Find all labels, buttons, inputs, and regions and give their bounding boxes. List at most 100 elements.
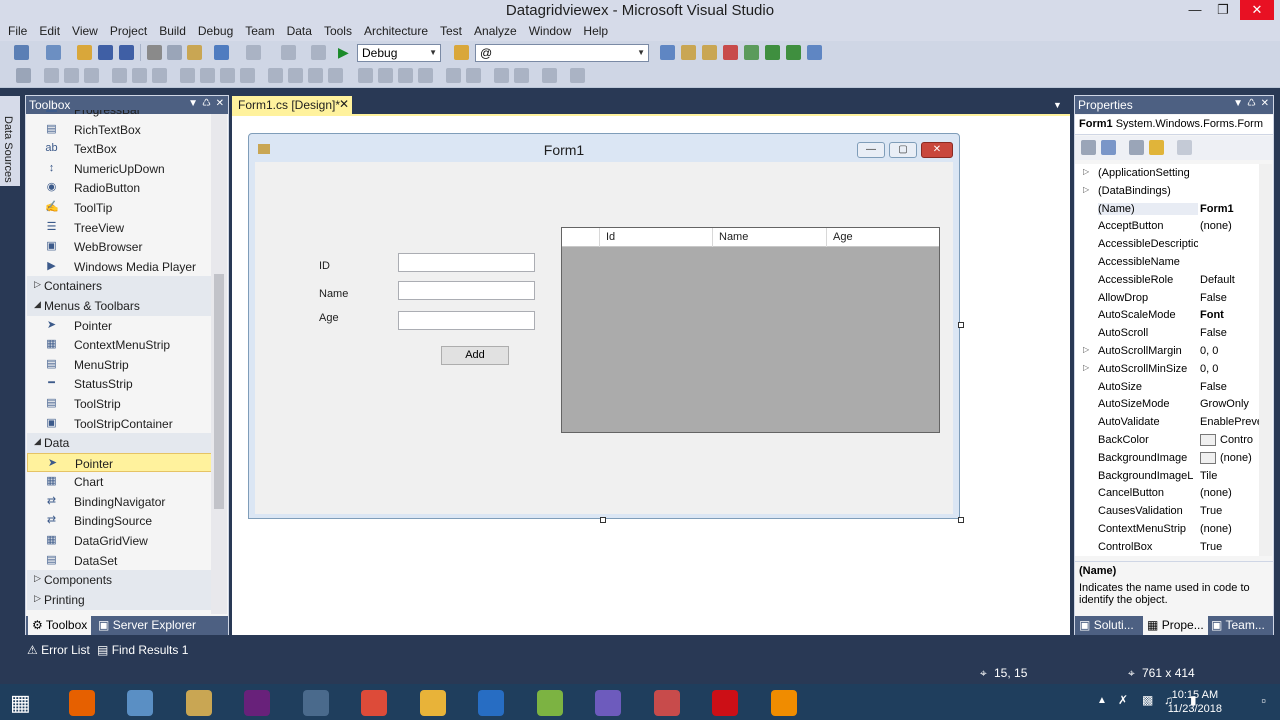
property-value[interactable]: Default — [1200, 274, 1259, 286]
expand-icon[interactable]: ▷ — [1083, 167, 1089, 176]
column-header-name[interactable]: Name — [719, 231, 748, 243]
paint-icon[interactable] — [653, 690, 680, 716]
toolbox-group-data[interactable]: ◢ Data — [27, 433, 212, 453]
remove-horizontal-spacing-icon[interactable] — [328, 68, 343, 83]
close-tab-icon[interactable]: ✕ — [339, 97, 349, 111]
properties-window-icon[interactable] — [681, 45, 696, 60]
toolbox-icon[interactable] — [723, 45, 738, 60]
toolbox-item-bindingnavigator[interactable]: ⇄ BindingNavigator — [27, 492, 212, 512]
form1-window[interactable]: Form1 — ▢ ✕ ID Name Age Add Id Name Age — [248, 133, 960, 519]
expand-icon[interactable]: ▷ — [34, 573, 41, 584]
menu-analyze[interactable]: Analyze — [468, 22, 523, 38]
add-button[interactable]: Add — [441, 346, 509, 365]
property-row[interactable]: ControlBox True — [1075, 538, 1259, 556]
property-value[interactable]: True — [1200, 541, 1259, 553]
events-icon[interactable] — [1149, 140, 1164, 155]
copy-icon[interactable] — [167, 45, 182, 60]
tab-toolbox[interactable]: ⚙ Toolbox — [28, 616, 92, 635]
property-row[interactable]: ▷ AutoScrollMargin 0, 0 — [1075, 342, 1259, 360]
property-row[interactable]: AutoSize False — [1075, 378, 1259, 396]
save-all-icon[interactable] — [119, 45, 134, 60]
toolbox-item-menustrip[interactable]: ▤ MenuStrip — [27, 355, 212, 375]
property-row[interactable]: BackColor Contro — [1075, 431, 1259, 449]
tab-order-icon[interactable] — [542, 68, 557, 83]
close-icon[interactable]: ✕ — [1261, 98, 1269, 109]
toolbox-item-tooltip[interactable]: ✍ ToolTip — [27, 198, 212, 218]
media-icon[interactable] — [595, 690, 621, 716]
toolbox-item-pointer[interactable]: ➤ Pointer — [27, 316, 212, 336]
menu-debug[interactable]: Debug — [192, 22, 239, 38]
property-pages-icon[interactable] — [1177, 140, 1192, 155]
menu-window[interactable]: Window — [523, 22, 578, 38]
tab-server-explorer[interactable]: ▣ Server Explorer — [98, 618, 196, 632]
property-row[interactable]: AutoValidate EnablePreve — [1075, 413, 1259, 431]
collapse-icon[interactable]: ◢ — [34, 436, 41, 447]
property-row[interactable]: AllowDrop False — [1075, 289, 1259, 307]
send-to-back-icon[interactable] — [514, 68, 529, 83]
properties-scrollbar[interactable] — [1259, 164, 1272, 556]
toolbox-group-containers[interactable]: ▷ Containers — [27, 276, 212, 296]
minimize-icon[interactable]: — — [1180, 0, 1210, 20]
toolbox-group-components[interactable]: ▷ Components — [27, 570, 212, 590]
tab-error-list[interactable]: ⚠ Error List — [27, 643, 90, 657]
document-dropdown-icon[interactable]: ▼ — [1053, 100, 1062, 110]
restore-icon[interactable]: ❐ — [1208, 0, 1238, 20]
resize-handle-bottom[interactable] — [600, 517, 606, 523]
document-icon[interactable] — [185, 690, 212, 716]
decrease-horizontal-spacing-icon[interactable] — [308, 68, 323, 83]
collapse-icon[interactable]: ◢ — [34, 299, 41, 310]
menu-architecture[interactable]: Architecture — [358, 22, 434, 38]
property-value[interactable]: EnablePreve — [1200, 416, 1259, 428]
increase-horizontal-spacing-icon[interactable] — [288, 68, 303, 83]
pin-icon[interactable]: ♺ — [202, 98, 211, 109]
clock[interactable]: 10:15 AM 11/23/2018 — [1168, 688, 1222, 716]
property-value[interactable]: 0, 0 — [1200, 363, 1259, 375]
align-rights-icon[interactable] — [84, 68, 99, 83]
column-header-age[interactable]: Age — [833, 231, 853, 243]
vlc-icon[interactable] — [770, 690, 797, 716]
tab-find-results[interactable]: ▤ Find Results 1 — [97, 643, 188, 657]
menu-project[interactable]: Project — [104, 22, 153, 38]
toolbox-scrollbar[interactable] — [211, 114, 227, 614]
toolbox-item-richtextbox[interactable]: ▤ RichTextBox — [27, 120, 212, 140]
signal-icon[interactable]: ▩ — [1142, 693, 1153, 707]
datagridview[interactable]: Id Name Age — [561, 227, 940, 433]
start-icon[interactable]: ▶ — [338, 44, 349, 61]
property-row[interactable]: ContextMenuStrip (none) — [1075, 520, 1259, 538]
tray-expand-icon[interactable]: ▲ — [1097, 695, 1107, 706]
find-combo[interactable]: @ ▼ — [475, 44, 649, 62]
property-row[interactable]: CancelButton (none) — [1075, 484, 1259, 502]
toolbox-item-radiobutton[interactable]: ◉ RadioButton — [27, 178, 212, 198]
remove-vertical-spacing-icon[interactable] — [418, 68, 433, 83]
open-file-icon[interactable] — [77, 45, 92, 60]
property-row[interactable]: AutoScroll False — [1075, 324, 1259, 342]
toolbox-item-treeview[interactable]: ☰ TreeView — [27, 218, 212, 238]
property-row[interactable]: ▷ (ApplicationSetting — [1075, 164, 1259, 182]
property-row[interactable]: BackgroundImageL Tile — [1075, 467, 1259, 485]
menu-view[interactable]: View — [66, 22, 104, 38]
expand-icon[interactable]: ▷ — [1083, 185, 1089, 194]
add-item-icon[interactable] — [46, 45, 61, 60]
server-explorer-icon[interactable] — [786, 45, 801, 60]
decrease-vertical-spacing-icon[interactable] — [398, 68, 413, 83]
pin-icon[interactable]: ♺ — [1247, 98, 1256, 109]
property-row[interactable]: AccessibleDescriptic — [1075, 235, 1259, 253]
extension-icon[interactable] — [744, 45, 759, 60]
opera-icon[interactable] — [712, 690, 738, 716]
property-row[interactable]: BackgroundImage (none) — [1075, 449, 1259, 467]
align-bottoms-icon[interactable] — [152, 68, 167, 83]
expand-icon[interactable]: ▷ — [34, 593, 41, 604]
toolbox-group-dialogs[interactable]: ▷Dialogs — [27, 609, 212, 610]
toolbox-item-contextmenustrip[interactable]: ▦ ContextMenuStrip — [27, 335, 212, 355]
bring-to-front-icon[interactable] — [494, 68, 509, 83]
tab-properties[interactable]: ▦ Prope... — [1143, 616, 1208, 635]
align-to-grid-icon[interactable] — [16, 68, 31, 83]
file-explorer-icon[interactable] — [419, 690, 446, 716]
column-header-id[interactable]: Id — [606, 231, 615, 243]
property-value[interactable]: (none) — [1200, 452, 1259, 464]
expand-icon[interactable]: ▷ — [34, 279, 41, 290]
toolbox-item-numericupdown[interactable]: ↕ NumericUpDown — [27, 159, 212, 179]
property-value[interactable]: Contro — [1200, 434, 1259, 447]
make-same-height-icon[interactable] — [240, 68, 255, 83]
chrome-icon[interactable] — [361, 690, 387, 716]
